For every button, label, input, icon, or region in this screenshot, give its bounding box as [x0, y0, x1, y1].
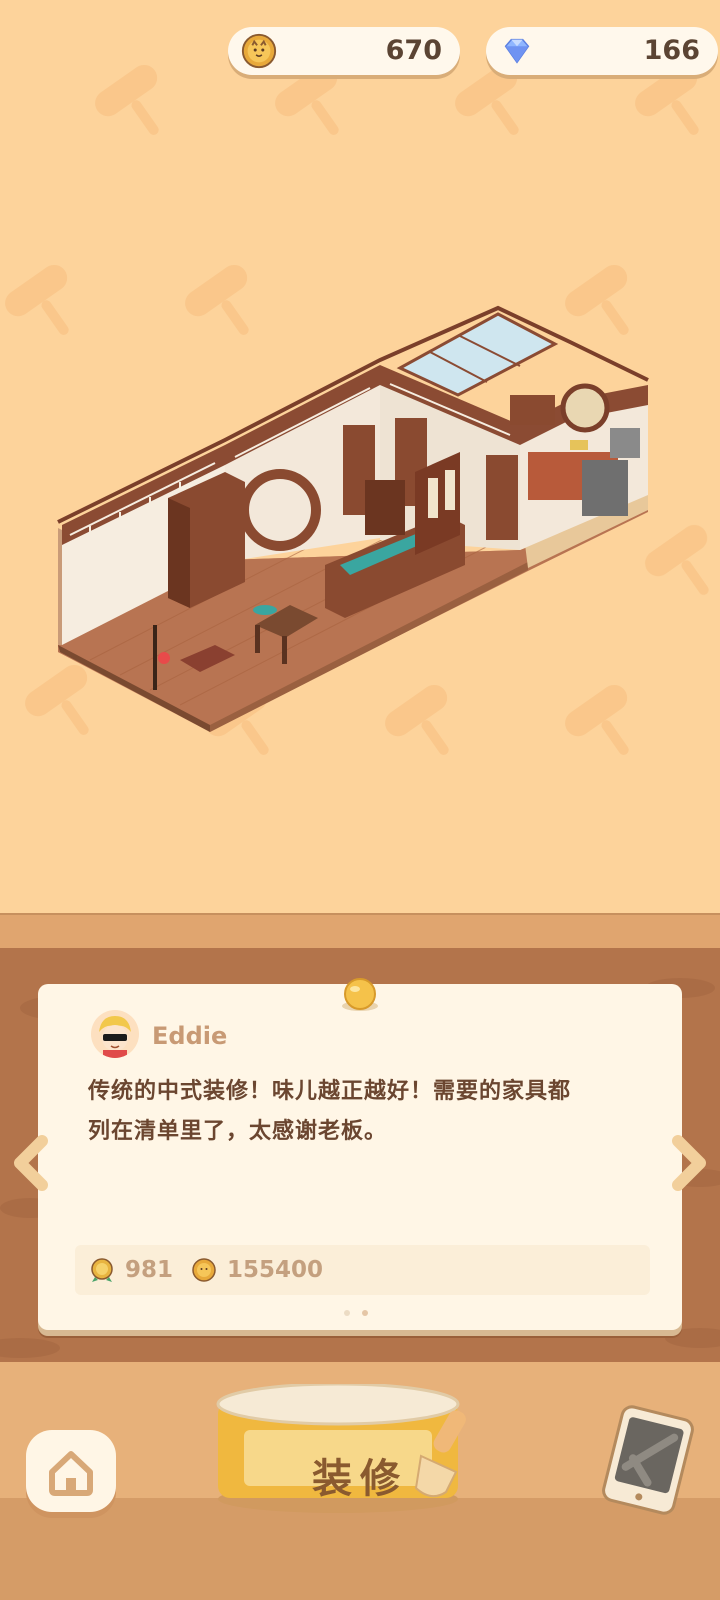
page-dot-2[interactable]	[362, 1310, 368, 1316]
page-indicator	[344, 1310, 384, 1320]
decorate-label: 装修	[312, 1455, 408, 1502]
tablet-icon	[602, 1405, 694, 1515]
reward-bar: 981 155400	[75, 1245, 650, 1295]
gem-counter[interactable]: 166	[486, 27, 718, 75]
coin-amount: 670	[385, 35, 442, 66]
avatar	[91, 1010, 139, 1058]
room-illustration[interactable]	[50, 300, 680, 750]
diamond-icon	[504, 38, 530, 64]
reward-coins: 155400	[191, 1256, 323, 1284]
reward-coins-value: 155400	[227, 1257, 324, 1283]
medal-icon	[91, 1258, 113, 1282]
message-line-1: 传统的中式装修！味儿越正越好！需要的家具都	[88, 1079, 572, 1104]
home-button[interactable]	[26, 1430, 116, 1512]
customer-avatar-icon	[91, 1010, 139, 1058]
tablet-button[interactable]	[598, 1402, 698, 1518]
next-arrow-icon[interactable]	[668, 1133, 710, 1193]
pushpin-icon	[342, 978, 378, 1011]
request-message: 传统的中式装修！味儿越正越好！需要的家具都 列在清单里了，太感谢老板。	[88, 1072, 648, 1152]
page-dot-1[interactable]	[344, 1310, 350, 1316]
previous-arrow-icon[interactable]	[10, 1133, 52, 1193]
coin-counter[interactable]: 670	[228, 27, 460, 75]
reward-medal: 981	[89, 1256, 173, 1284]
home-icon	[49, 1451, 93, 1496]
speaker-name: Eddie	[152, 1022, 228, 1050]
reward-medal-value: 981	[125, 1257, 174, 1283]
message-line-2: 列在清单里了，太感谢老板。	[88, 1119, 388, 1144]
gem-amount: 166	[643, 35, 700, 66]
cat-coin-icon	[241, 33, 277, 69]
cat-coin-icon	[192, 1258, 216, 1282]
